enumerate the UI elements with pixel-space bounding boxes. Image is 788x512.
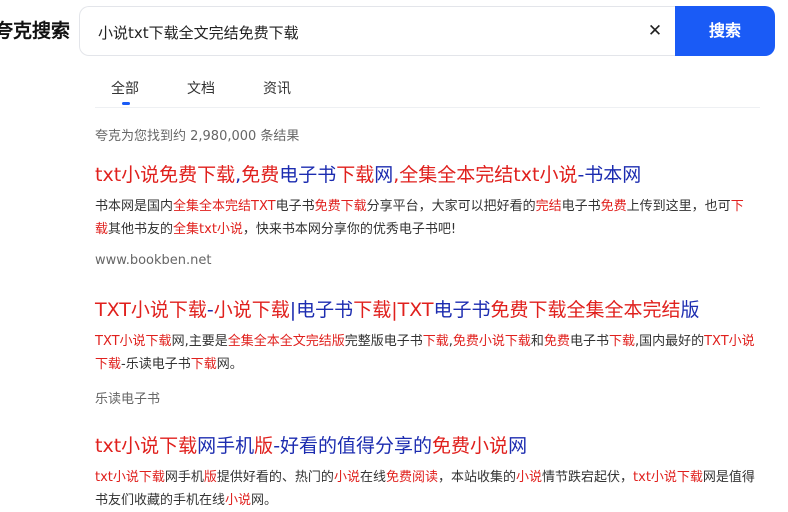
highlighted-text: 免费小说 (432, 435, 509, 457)
text-run: 网手机 (164, 470, 204, 485)
highlighted-text: ,全集全本完结txt小说 (393, 164, 578, 186)
highlighted-text: 下载 (353, 299, 392, 321)
text-run: 网。 (251, 493, 278, 508)
result-title-link[interactable]: txt小说下载网手机版-好看的值得分享的免费小说网 (95, 434, 775, 458)
text-run: 其他书友的 (108, 222, 174, 237)
highlighted-text: TXT小说下载 (95, 299, 207, 321)
highlighted-text: 免费小说下载 (452, 334, 531, 349)
search-result-1: txt小说免费下载,免费电子书下载网,全集全本完结txt小说-书本网 书本网是国… (95, 163, 775, 268)
text-run: 和 (530, 334, 544, 349)
highlighted-text: 免费 (600, 199, 627, 214)
result-snippet: TXT小说下载网,主要是全集全本全文完结版完整版电子书下载,免费小说下载和免费电… (95, 330, 755, 376)
highlighted-text: 全集全本完结TXT (173, 199, 276, 214)
text-run: 电子书 (279, 164, 337, 186)
text-run: ，本站收集的 (437, 470, 516, 485)
highlighted-text: 免费下载全集全本完结 (490, 299, 681, 321)
text-run: ，快来书本网分享你的优秀电子书吧! (242, 222, 457, 237)
result-title-link[interactable]: TXT小说下载-小说下载|电子书下载|TXT电子书免费下载全集全本完结版 (95, 298, 775, 322)
text-run: 网 (374, 164, 394, 186)
highlighted-text: |TXT (391, 299, 434, 321)
text-run: ,国内最好的 (634, 334, 705, 349)
highlighted-text: 小说 (333, 470, 360, 485)
highlighted-text: 小说 (225, 493, 252, 508)
highlighted-text: 下载 (190, 357, 217, 372)
text-run: 上传到这里，也可 (626, 199, 731, 214)
highlighted-text: 免费 (241, 164, 280, 186)
search-button[interactable]: 搜索 (675, 6, 775, 56)
highlighted-text: 小说下载 (213, 299, 290, 321)
highlighted-text: 版 (203, 470, 217, 485)
logo: 夸克搜索 (0, 20, 70, 42)
text-run: 网,主要是 (171, 334, 228, 349)
highlighted-text: 小说 (516, 470, 543, 485)
text-run: -书本网 (577, 164, 642, 186)
tab-divider (95, 107, 760, 108)
text-run: 电子书 (569, 334, 609, 349)
text-run: 书本网是国内 (95, 199, 174, 214)
text-run: 分享平台，大家可以把好看的 (366, 199, 536, 214)
result-snippet: 书本网是国内全集全本完结TXT电子书免费下载分享平台，大家可以把好看的完结电子书… (95, 195, 755, 241)
highlighted-text: txt小说下载 (633, 470, 703, 485)
highlighted-text: 免费阅读 (385, 470, 438, 485)
highlighted-text: 下载 (608, 334, 635, 349)
text-run: -好看的值得分享的 (273, 435, 433, 457)
text-run: 版 (680, 299, 700, 321)
text-run: 网。 (216, 357, 243, 372)
text-run: 电子书 (561, 199, 601, 214)
highlighted-text: 版 (254, 435, 274, 457)
highlighted-text: 全集全本全文完结版 (227, 334, 345, 349)
highlighted-text: 下载 (422, 334, 449, 349)
text-run: 电子书 (433, 299, 491, 321)
text-run: 网 (508, 435, 528, 457)
tab-documents[interactable]: 文档 (187, 78, 215, 98)
close-icon[interactable]: ✕ (643, 19, 667, 43)
highlighted-text: 免费 (543, 334, 570, 349)
highlighted-text: 下载 (336, 164, 375, 186)
active-tab-indicator (122, 102, 130, 105)
result-source[interactable]: www.bookben.net (95, 253, 775, 268)
highlighted-text: txt小说下载 (95, 470, 165, 485)
text-run: 情节跌宕起伏， (542, 470, 634, 485)
text-run: -乐读电子书 (121, 357, 191, 372)
highlighted-text: TXT小说下载 (95, 334, 172, 349)
text-run: |电子书 (289, 299, 354, 321)
search-input[interactable] (96, 7, 620, 57)
text-run: 提供好看的、热门的 (216, 470, 334, 485)
search-result-3: txt小说下载网手机版-好看的值得分享的免费小说网 txt小说下载网手机版提供好… (95, 434, 775, 512)
text-run: 电子书 (275, 199, 315, 214)
result-source[interactable]: 乐读电子书 (95, 388, 775, 407)
highlighted-text: txt小说免费下载 (95, 164, 236, 186)
text-run: 在线 (359, 470, 386, 485)
result-count: 夸克为您找到约 2,980,000 条结果 (95, 129, 300, 144)
highlighted-text: 免费下载 (314, 199, 367, 214)
highlighted-text: 完结 (535, 199, 562, 214)
text-run: - (206, 299, 214, 321)
text-run: 完整版电子书 (344, 334, 423, 349)
tab-bar: 全部 文档 资讯 (0, 70, 788, 110)
highlighted-text: 全集txt小说 (173, 222, 243, 237)
search-result-2: TXT小说下载-小说下载|电子书下载|TXT电子书免费下载全集全本完结版 TXT… (95, 298, 775, 407)
search-box[interactable]: ✕ (79, 6, 675, 57)
text-run: 网手机 (197, 435, 255, 457)
highlighted-text: txt小说下载 (95, 435, 198, 457)
result-snippet: txt小说下载网手机版提供好看的、热门的小说在线免费阅读，本站收集的小说情节跌宕… (95, 466, 755, 512)
tab-all[interactable]: 全部 (111, 78, 139, 98)
result-title-link[interactable]: txt小说免费下载,免费电子书下载网,全集全本完结txt小说-书本网 (95, 163, 775, 187)
tab-news[interactable]: 资讯 (263, 78, 291, 98)
